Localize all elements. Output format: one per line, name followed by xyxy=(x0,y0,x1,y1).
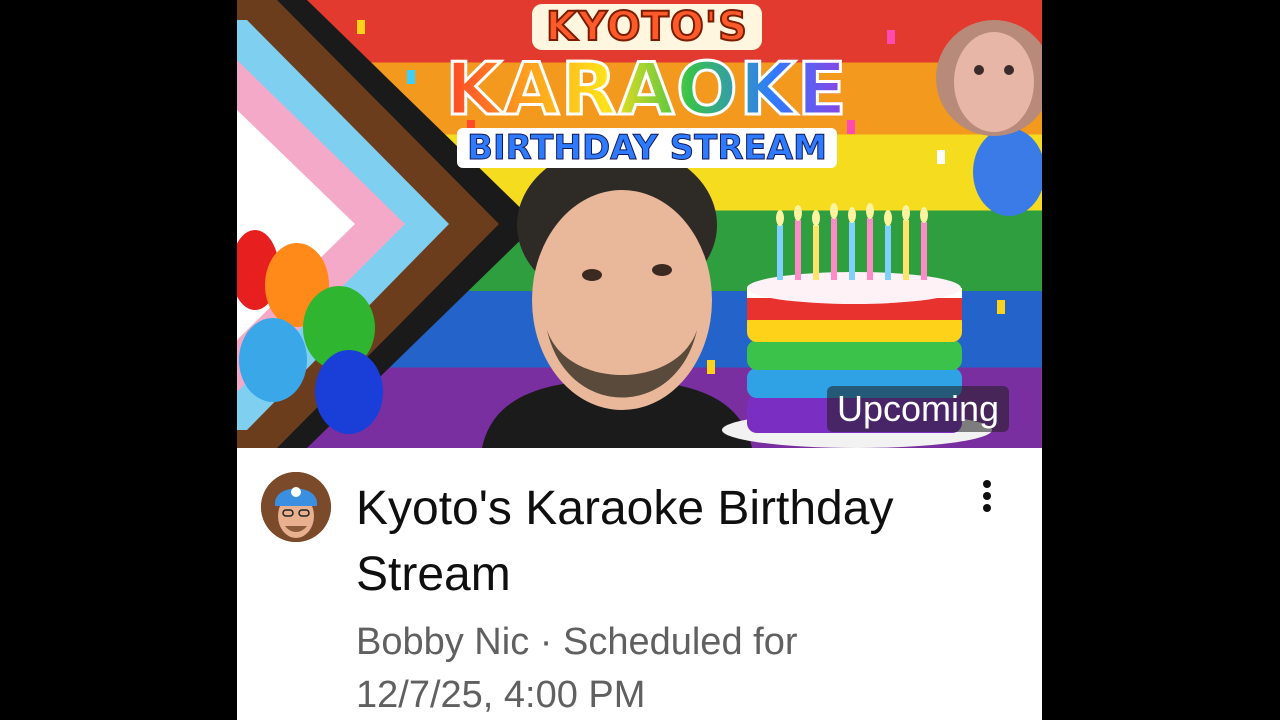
balloon-cyan xyxy=(239,318,307,402)
more-dot xyxy=(983,492,991,500)
thumbnail-title-line1: KYOTO'S xyxy=(532,3,762,51)
schedule-prefix: Scheduled for xyxy=(562,621,798,663)
video-thumbnail[interactable]: KYOTO'S KARAOKE BIRTHDAY STREAM Upcoming xyxy=(237,0,1042,448)
facecam-eye xyxy=(974,65,984,75)
cake-layer-green xyxy=(747,340,962,370)
thumbnail-title-art: KYOTO'S KARAOKE BIRTHDAY STREAM xyxy=(437,3,857,169)
screen: KYOTO'S KARAOKE BIRTHDAY STREAM Upcoming… xyxy=(0,0,1280,720)
balloon-right xyxy=(973,128,1042,216)
more-dot xyxy=(983,504,991,512)
video-title[interactable]: Kyoto's Karaoke Birthday Stream xyxy=(356,476,966,608)
video-card: KYOTO'S KARAOKE BIRTHDAY STREAM Upcoming… xyxy=(237,0,1042,720)
confetti xyxy=(887,30,895,44)
channel-name[interactable]: Bobby Nic xyxy=(356,621,529,663)
confetti xyxy=(357,20,365,34)
confetti xyxy=(937,150,945,164)
more-vert-icon[interactable] xyxy=(967,474,1007,518)
thumbnail-title-line3: BIRTHDAY STREAM xyxy=(457,128,837,169)
confetti xyxy=(997,300,1005,314)
facecam-eye xyxy=(1004,65,1014,75)
video-meta: Bobby Nic · Scheduled for 12/7/25, 4:00 … xyxy=(356,616,976,720)
channel-avatar[interactable] xyxy=(261,472,331,542)
avatar-image xyxy=(261,472,331,542)
upcoming-badge: Upcoming xyxy=(827,386,1010,432)
meta-separator: · xyxy=(529,621,563,663)
confetti xyxy=(707,360,715,374)
person-eye-right xyxy=(652,264,672,276)
schedule-time: 12/7/25, 4:00 PM xyxy=(356,674,646,716)
facecam-face xyxy=(954,32,1034,132)
confetti xyxy=(407,70,415,84)
thumbnail-title-line2: KARAOKE xyxy=(437,49,857,130)
more-dot xyxy=(983,480,991,488)
balloon-blue xyxy=(315,350,383,434)
candles xyxy=(776,203,928,280)
person-eye-left xyxy=(582,269,602,281)
